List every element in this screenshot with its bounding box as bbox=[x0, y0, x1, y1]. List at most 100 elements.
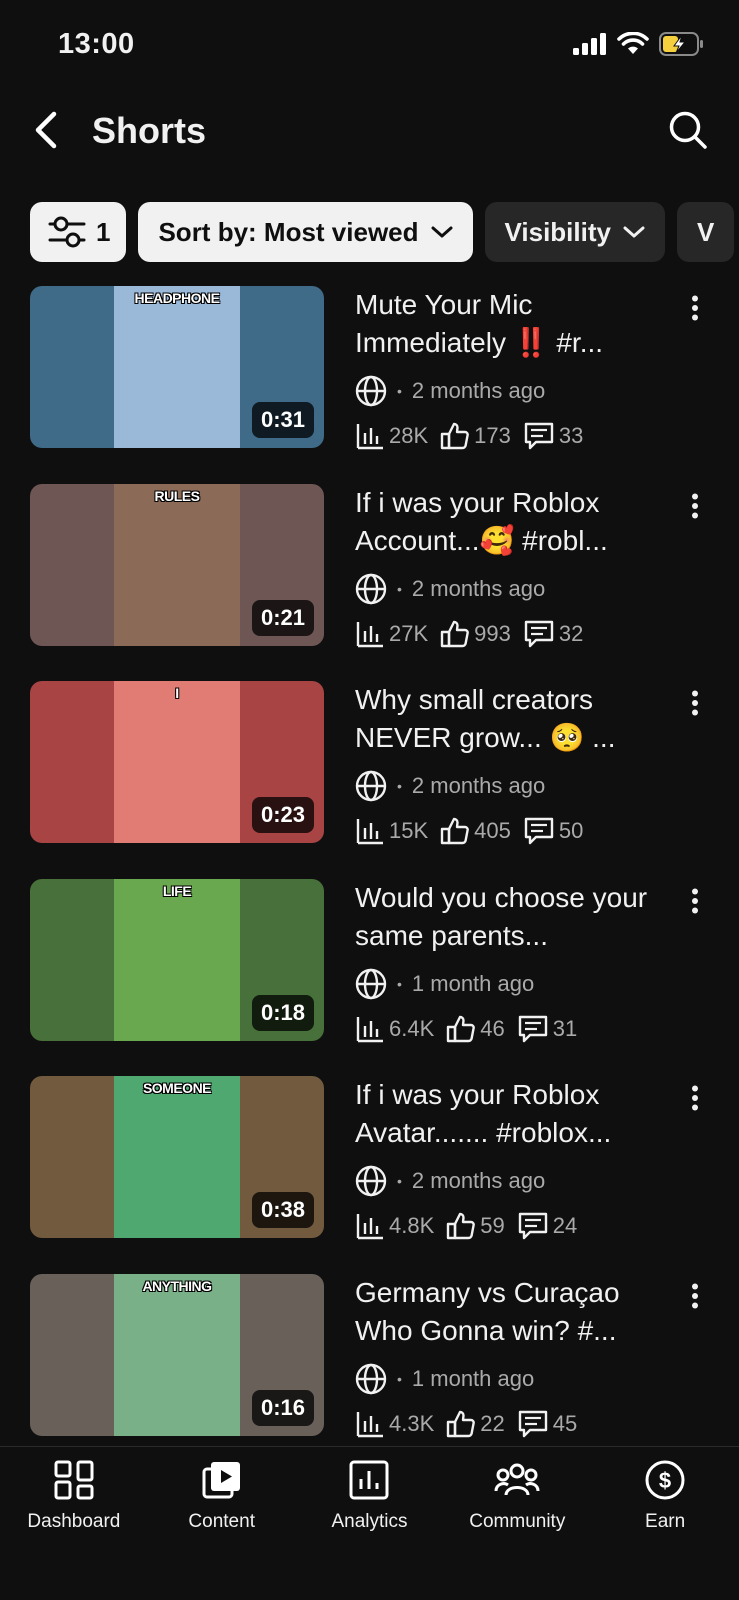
video-info: Germany vs Curaçao Who Gonna win? #... •… bbox=[355, 1274, 655, 1442]
more-vertical-icon bbox=[692, 493, 698, 518]
nav-analytics[interactable]: Analytics bbox=[296, 1447, 444, 1600]
likes-count: 173 bbox=[474, 423, 511, 448]
views-count: 4.3K bbox=[389, 1410, 435, 1436]
battery-charging-icon bbox=[659, 32, 703, 56]
nav-label: Content bbox=[188, 1511, 255, 1532]
thumbnail-frame bbox=[114, 1273, 240, 1436]
chevron-down-icon bbox=[431, 226, 453, 238]
nav-content[interactable]: Content bbox=[148, 1447, 296, 1600]
more-options-button[interactable] bbox=[681, 1078, 709, 1118]
more-options-button[interactable] bbox=[681, 1276, 709, 1316]
video-meta: • 2 months ago bbox=[355, 374, 655, 408]
sort-dropdown-chip[interactable]: Sort by: Most viewed bbox=[138, 202, 473, 262]
video-title[interactable]: Would you choose your same parents... bbox=[355, 879, 655, 955]
video-thumbnail[interactable]: LIFE 0:18 bbox=[30, 878, 324, 1041]
page-title: Shorts bbox=[92, 110, 207, 151]
views-stat: 4.3K bbox=[355, 1409, 434, 1439]
video-info: If i was your Roblox Account...🥰 #robl..… bbox=[355, 484, 655, 652]
thumbnail-caption: I bbox=[175, 685, 179, 701]
video-row[interactable]: HEADPHONE 0:31 Mute Your Mic Immediately… bbox=[0, 286, 739, 484]
nav-earn[interactable]: $ Earn bbox=[591, 1447, 739, 1600]
filter-chip[interactable]: 1 bbox=[30, 202, 127, 262]
video-row[interactable]: SOMEONE 0:38 If i was your Roblox Avatar… bbox=[0, 1076, 739, 1274]
visibility-label: Visibility bbox=[504, 216, 611, 247]
nav-community[interactable]: Community bbox=[443, 1447, 591, 1600]
video-title[interactable]: If i was your Roblox Avatar....... #robl… bbox=[355, 1076, 655, 1152]
meta-separator-dot: • bbox=[397, 383, 402, 399]
comments-stat: 33 bbox=[523, 421, 583, 451]
more-vertical-icon bbox=[692, 690, 698, 716]
views-stat: 15K bbox=[355, 816, 428, 846]
nav-label: Earn bbox=[645, 1511, 686, 1532]
video-row[interactable]: RULES 0:21 If i was your Roblox Account.… bbox=[0, 483, 739, 682]
bar-chart-icon bbox=[356, 424, 383, 450]
video-title[interactable]: Germany vs Curaçao Who Gonna win? #... bbox=[355, 1274, 655, 1350]
views-count: 15K bbox=[389, 818, 429, 843]
thumbnail-left-fill bbox=[30, 878, 114, 1041]
likes-count: 993 bbox=[474, 620, 511, 646]
comments-stat: 45 bbox=[517, 1409, 577, 1439]
globe-icon bbox=[355, 573, 387, 604]
video-title[interactable]: Why small creators NEVER grow... 🥺 ... bbox=[355, 681, 655, 757]
thumbnail-left-fill bbox=[30, 286, 114, 448]
thumbnail-frame bbox=[114, 681, 240, 843]
video-thumbnail[interactable]: RULES 0:21 bbox=[30, 483, 324, 646]
next-filter-chip[interactable]: V bbox=[676, 202, 735, 262]
video-age: 2 months ago bbox=[411, 773, 546, 798]
more-options-button[interactable] bbox=[681, 881, 709, 921]
video-thumbnail[interactable]: I 0:23 bbox=[30, 681, 324, 843]
earn-icon: $ bbox=[645, 1460, 685, 1500]
video-thumbnail[interactable]: SOMEONE 0:38 bbox=[30, 1076, 324, 1238]
more-options-button[interactable] bbox=[681, 683, 709, 723]
thumbs-up-icon bbox=[440, 620, 470, 647]
video-row[interactable]: LIFE 0:18 Would you choose your same par… bbox=[0, 878, 739, 1077]
globe-icon bbox=[355, 1363, 387, 1394]
nav-label: Community bbox=[469, 1511, 566, 1532]
search-icon bbox=[669, 111, 707, 149]
comment-icon bbox=[518, 1015, 547, 1042]
video-title[interactable]: If i was your Roblox Account...🥰 #robl..… bbox=[355, 484, 655, 560]
comments-stat: 32 bbox=[523, 619, 583, 649]
views-count: 27K bbox=[389, 620, 429, 646]
video-thumbnail[interactable]: ANYTHING 0:16 bbox=[30, 1273, 324, 1436]
thumbnail-frame bbox=[114, 1076, 240, 1238]
comments-count: 32 bbox=[558, 620, 584, 646]
comments-stat: 24 bbox=[517, 1211, 577, 1241]
video-thumbnail[interactable]: HEADPHONE 0:31 bbox=[30, 286, 324, 448]
visibility-dropdown-chip[interactable]: Visibility bbox=[484, 202, 665, 262]
video-title[interactable]: Mute Your Mic Immediately ‼️ #r... bbox=[355, 286, 655, 362]
globe-icon bbox=[355, 968, 387, 999]
meta-separator-dot: • bbox=[397, 778, 402, 794]
status-time: 13:00 bbox=[58, 28, 135, 60]
bar-chart-icon bbox=[356, 1214, 383, 1240]
likes-stat: 22 bbox=[446, 1409, 505, 1439]
video-row[interactable]: I 0:23 Why small creators NEVER grow... … bbox=[0, 681, 739, 879]
video-meta: • 2 months ago bbox=[355, 1164, 655, 1198]
more-options-button[interactable] bbox=[681, 288, 709, 328]
video-info: If i was your Roblox Avatar....... #robl… bbox=[355, 1076, 655, 1244]
video-info: Why small creators NEVER grow... 🥺 ... •… bbox=[355, 681, 655, 849]
video-row[interactable]: ANYTHING 0:16 Germany vs Curaçao Who Gon… bbox=[0, 1273, 739, 1472]
more-vertical-icon bbox=[692, 1085, 698, 1111]
community-icon bbox=[494, 1463, 540, 1496]
video-age: 2 months ago bbox=[411, 575, 546, 601]
video-info: Mute Your Mic Immediately ‼️ #r... • 2 m… bbox=[355, 286, 655, 454]
video-stats: 28K 173 33 bbox=[355, 418, 655, 454]
likes-stat: 46 bbox=[446, 1014, 505, 1044]
thumbs-up-icon bbox=[447, 1015, 476, 1042]
thumbs-up-icon bbox=[440, 817, 470, 845]
back-button[interactable] bbox=[24, 108, 68, 152]
nav-dashboard[interactable]: Dashboard bbox=[0, 1447, 148, 1600]
search-button[interactable] bbox=[665, 107, 711, 153]
video-age: 2 months ago bbox=[411, 1168, 546, 1193]
video-meta: • 2 months ago bbox=[355, 769, 655, 803]
comments-count: 33 bbox=[558, 423, 584, 448]
thumbnail-left-fill bbox=[30, 1273, 114, 1436]
comments-count: 31 bbox=[552, 1015, 578, 1041]
more-options-button[interactable] bbox=[681, 486, 709, 526]
more-vertical-icon bbox=[692, 1283, 698, 1308]
video-duration: 0:31 bbox=[251, 402, 314, 438]
views-stat: 4.8K bbox=[355, 1211, 434, 1241]
content-icon bbox=[202, 1462, 240, 1499]
dashboard-icon bbox=[54, 1460, 94, 1500]
